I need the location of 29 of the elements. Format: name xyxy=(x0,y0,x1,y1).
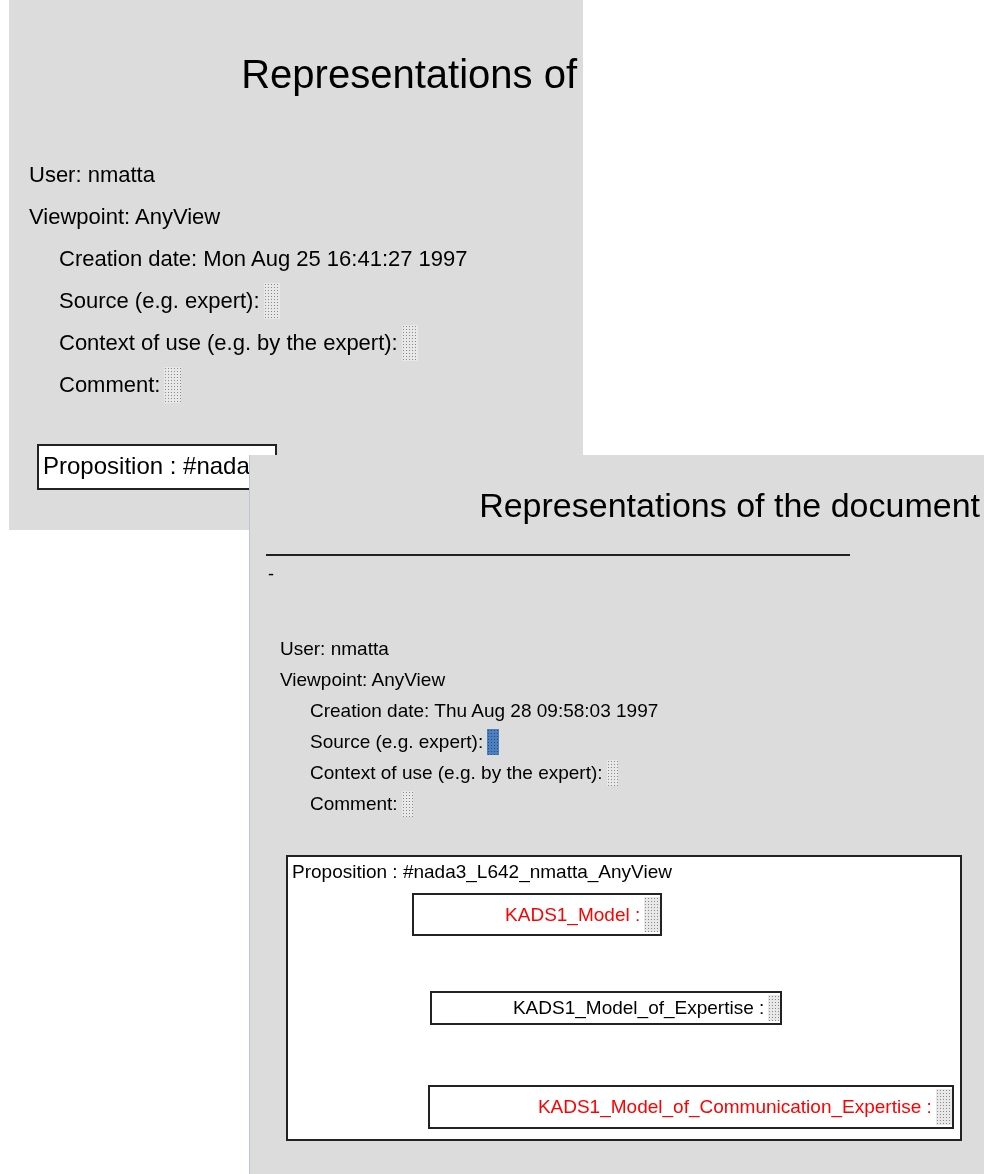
field-label: Comment: xyxy=(310,792,398,817)
field-label: Creation date: Thu Aug 28 09:58:03 1997 xyxy=(310,699,659,724)
model-node[interactable]: KADS1_Model_of_Expertise : xyxy=(430,991,782,1026)
model-node[interactable]: KADS1_Model_of_Communication_Expertise : xyxy=(428,1085,954,1130)
empty-value-slot[interactable] xyxy=(401,325,418,361)
field-label: Comment: xyxy=(59,371,161,399)
field-label: Source (e.g. expert): xyxy=(310,730,484,755)
empty-value-slot[interactable] xyxy=(263,283,280,319)
user-label: User: nmatta xyxy=(29,161,155,189)
field-label: Context of use (e.g. by the expert): xyxy=(59,329,398,357)
empty-value-slot[interactable] xyxy=(606,759,619,786)
empty-value-slot[interactable] xyxy=(768,995,780,1022)
viewpoint-label: Viewpoint: AnyView xyxy=(280,668,446,693)
empty-value-slot[interactable] xyxy=(935,1089,952,1126)
field-label: Context of use (e.g. by the expert): xyxy=(310,761,603,786)
proposition-label: Proposition : #nada3_L642_nmatta_AnyView xyxy=(292,861,673,884)
model-node[interactable]: KADS1_Model : xyxy=(412,893,662,937)
user-label: User: nmatta xyxy=(280,637,389,662)
window-title: Representations of the document xyxy=(479,487,980,525)
empty-value-slot[interactable] xyxy=(164,367,181,403)
field-label: Source (e.g. expert): xyxy=(59,287,260,315)
window-title: Representations of xyxy=(241,52,577,96)
field-label: Creation date: Mon Aug 25 16:41:27 1997 xyxy=(59,245,468,273)
empty-value-slot[interactable] xyxy=(487,728,499,755)
empty-value-slot[interactable] xyxy=(644,897,660,933)
empty-value-slot[interactable] xyxy=(401,790,414,817)
proposition-label: Proposition : #nada xyxy=(43,452,251,480)
viewpoint-label: Viewpoint: AnyView xyxy=(29,203,221,231)
dash-text: - xyxy=(268,564,275,586)
